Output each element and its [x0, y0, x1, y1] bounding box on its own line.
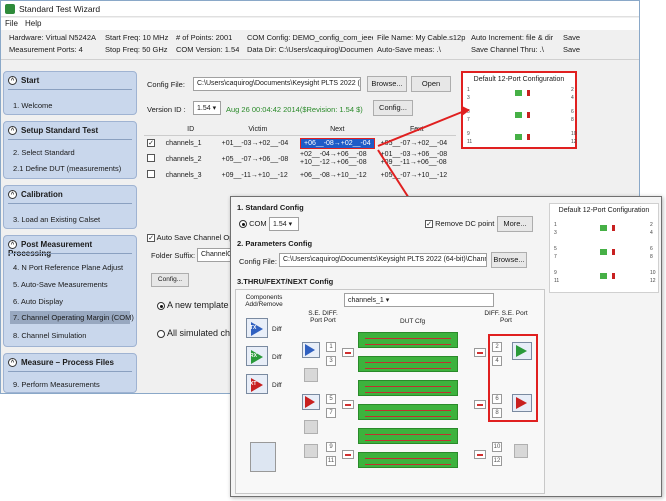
port-11: 11 [326, 456, 336, 466]
com-radio-row[interactable]: COM [239, 219, 267, 229]
diff-switch[interactable] [474, 400, 486, 409]
tx-port-block[interactable] [302, 342, 320, 358]
arrow-to-config [377, 111, 463, 147]
diff-switch[interactable] [342, 400, 354, 409]
dut-channel-bar[interactable] [358, 452, 458, 468]
dlg-port-config-panel: Default 12-Port Configuration 12 34 56 7… [549, 203, 659, 293]
dlg-config-file-label: Config File: [239, 257, 277, 266]
com-config-dialog: 1. Standard Config COM 1.54 ▾ ✓ Remove D… [230, 196, 662, 497]
port-10: 10 [492, 442, 502, 452]
section-standard-config: 1. Standard Config [237, 203, 304, 212]
highlight-box [488, 334, 538, 422]
dut-layout-area: Components Add/Remove TX Diff RX Diff XT… [235, 289, 545, 494]
se-diff-port-label: S.E. DIFF. Port Port [308, 310, 338, 324]
dlg-port-config-title: Default 12-Port Configuration [558, 207, 650, 214]
arrow-head-config [462, 106, 470, 116]
com-radio[interactable] [239, 220, 247, 229]
port-1: 1 [326, 342, 336, 352]
rx-component[interactable]: RX [246, 346, 268, 366]
tx-diff-label: Diff [272, 326, 282, 333]
xt-component[interactable]: XT [246, 374, 268, 394]
dut-channel-bar[interactable] [358, 356, 458, 372]
port-12: 12 [492, 456, 502, 466]
diff-switch[interactable] [474, 450, 486, 459]
channel-select[interactable]: channels_1 ▾ [344, 293, 494, 307]
dut-channel-bar[interactable] [358, 332, 458, 348]
dut-channel-bar[interactable] [358, 428, 458, 444]
xt-port-block[interactable] [302, 394, 320, 410]
dut-cfg-label: DUT Cfg [400, 318, 426, 325]
port-3: 3 [326, 356, 336, 366]
com-version-select[interactable]: 1.54 ▾ [269, 217, 299, 231]
xt-diff-label: Diff [272, 382, 282, 389]
diff-se-port-label: DIFF. S.E. Port Port [484, 310, 528, 324]
section-thru-fext-next: 3.THRU/FEXT/NEXT Config [237, 277, 334, 286]
remove-dc-checkbox[interactable]: ✓ [425, 220, 433, 228]
port-5: 5 [326, 394, 336, 404]
port-9: 9 [326, 442, 336, 452]
components-label: Components Add/Remove [245, 294, 283, 308]
diff-switch[interactable] [342, 348, 354, 357]
diff-switch[interactable] [342, 450, 354, 459]
dut-channel-bar[interactable] [358, 404, 458, 420]
more-button[interactable]: More... [497, 216, 533, 232]
diff-switch[interactable] [474, 348, 486, 357]
dut-channel-bar[interactable] [358, 380, 458, 396]
port-7: 7 [326, 408, 336, 418]
tx-component[interactable]: TX [246, 318, 268, 338]
dlg-browse-button[interactable]: Browse... [491, 252, 527, 268]
remove-dc-row[interactable]: ✓ Remove DC point [425, 219, 494, 228]
rx-diff-label: Diff [272, 354, 282, 361]
section-parameters-config: 2. Parameters Config [237, 239, 313, 248]
recycle-bin-icon[interactable] [250, 442, 276, 472]
dlg-config-file-field[interactable]: C:\Users\caquirog\Documents\Keysight PLT… [279, 253, 487, 267]
